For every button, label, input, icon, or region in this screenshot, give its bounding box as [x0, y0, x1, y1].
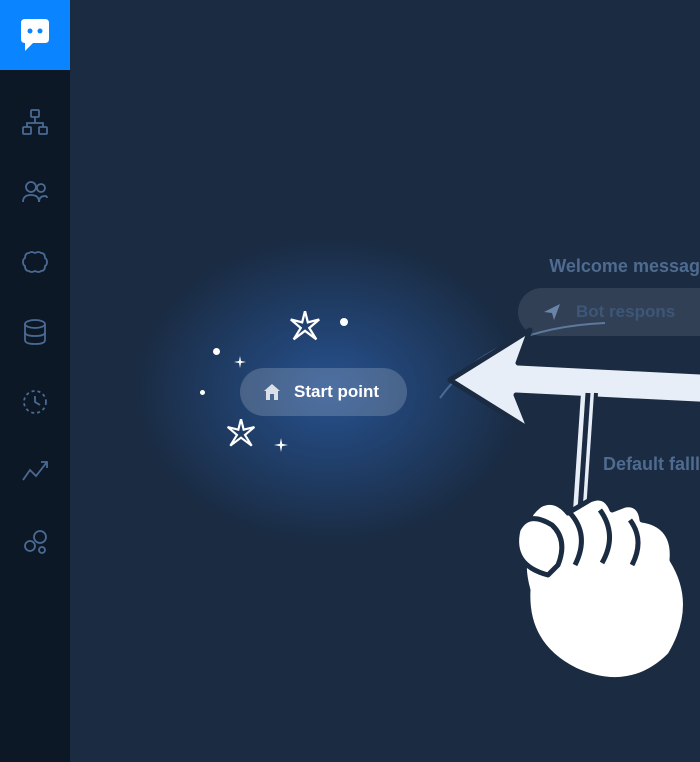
dot-icon: [213, 348, 220, 355]
dot-icon: [200, 390, 205, 395]
sparkle-icon: [274, 438, 288, 452]
sparkle-icon: [234, 356, 246, 368]
hand-arrow-illustration: [440, 325, 700, 685]
start-point-label: Start point: [294, 382, 379, 402]
nav-analytics[interactable]: [19, 456, 51, 488]
canvas[interactable]: Start point Welcome messag Bot respons D…: [70, 0, 700, 762]
database-icon: [21, 318, 49, 346]
nav-flow[interactable]: [19, 106, 51, 138]
nav-ai[interactable]: [19, 246, 51, 278]
home-icon: [262, 382, 282, 402]
clock-icon: [21, 388, 49, 416]
bot-response-label: Bot respons: [576, 302, 675, 322]
chatbot-icon: [15, 15, 55, 55]
welcome-message-label: Welcome messag: [520, 256, 700, 277]
nav-history[interactable]: [19, 386, 51, 418]
nav-users[interactable]: [19, 176, 51, 208]
nav-list: [19, 106, 51, 558]
start-point-node[interactable]: Start point: [240, 368, 407, 416]
users-icon: [21, 178, 49, 206]
bubbles-icon: [21, 528, 49, 556]
nav-bubbles[interactable]: [19, 526, 51, 558]
sparkle-icon: [225, 419, 257, 451]
sidebar: [0, 0, 70, 762]
nav-data[interactable]: [19, 316, 51, 348]
sparkle-icon: [288, 311, 322, 345]
dot-icon: [340, 318, 348, 326]
sitemap-icon: [21, 108, 49, 136]
trend-icon: [21, 458, 49, 486]
send-icon: [542, 302, 562, 322]
app-logo[interactable]: [0, 0, 70, 70]
brain-icon: [21, 248, 49, 276]
